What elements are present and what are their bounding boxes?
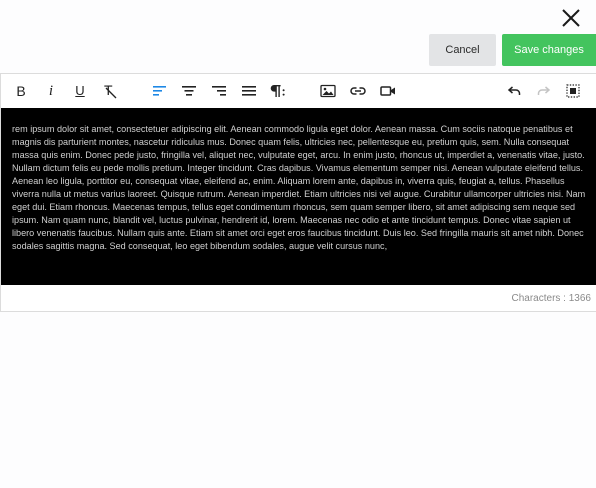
paragraph-format-icon xyxy=(270,85,285,97)
editor-content-area[interactable]: rem ipsum dolor sit amet, consectetuer a… xyxy=(1,108,596,285)
bold-icon: B xyxy=(16,83,26,99)
close-button[interactable] xyxy=(559,6,583,30)
italic-icon: i xyxy=(48,83,54,99)
align-right-button[interactable] xyxy=(208,80,230,102)
clear-format-icon: T xyxy=(102,82,118,99)
align-center-icon xyxy=(182,86,196,96)
clear-formatting-button[interactable]: T xyxy=(99,80,121,102)
character-count: Characters : 1366 xyxy=(511,293,592,304)
insert-image-icon xyxy=(320,84,336,98)
underline-icon: U xyxy=(75,83,85,98)
save-changes-button[interactable]: Save changes xyxy=(502,34,596,66)
align-left-icon xyxy=(153,86,166,96)
insert-link-icon xyxy=(350,87,366,95)
insert-image-button[interactable] xyxy=(317,80,339,102)
align-left-button[interactable] xyxy=(149,80,171,102)
editor-footer: Characters : 1366 xyxy=(1,285,596,311)
editor-toolbar: B i U T xyxy=(1,74,596,108)
bold-button[interactable]: B xyxy=(10,80,32,102)
align-right-icon xyxy=(212,86,226,96)
insert-link-button[interactable] xyxy=(347,80,369,102)
redo-button[interactable] xyxy=(533,80,555,102)
insert-video-icon xyxy=(380,86,395,96)
align-justify-button[interactable] xyxy=(238,80,260,102)
select-all-icon xyxy=(566,84,580,98)
italic-button[interactable]: i xyxy=(40,80,62,102)
paragraph-format-button[interactable] xyxy=(268,80,290,102)
undo-icon xyxy=(507,86,521,95)
undo-button[interactable] xyxy=(503,80,525,102)
rich-text-editor: B i U T xyxy=(0,73,596,312)
redo-icon xyxy=(537,86,551,95)
select-all-button[interactable] xyxy=(562,80,584,102)
close-icon xyxy=(562,9,580,27)
cancel-button[interactable]: Cancel xyxy=(429,34,496,66)
underline-button[interactable]: U xyxy=(69,80,91,102)
align-center-button[interactable] xyxy=(178,80,200,102)
editor-text: rem ipsum dolor sit amet, consectetuer a… xyxy=(12,124,586,252)
insert-video-button[interactable] xyxy=(377,80,399,102)
align-justify-icon xyxy=(242,86,256,96)
